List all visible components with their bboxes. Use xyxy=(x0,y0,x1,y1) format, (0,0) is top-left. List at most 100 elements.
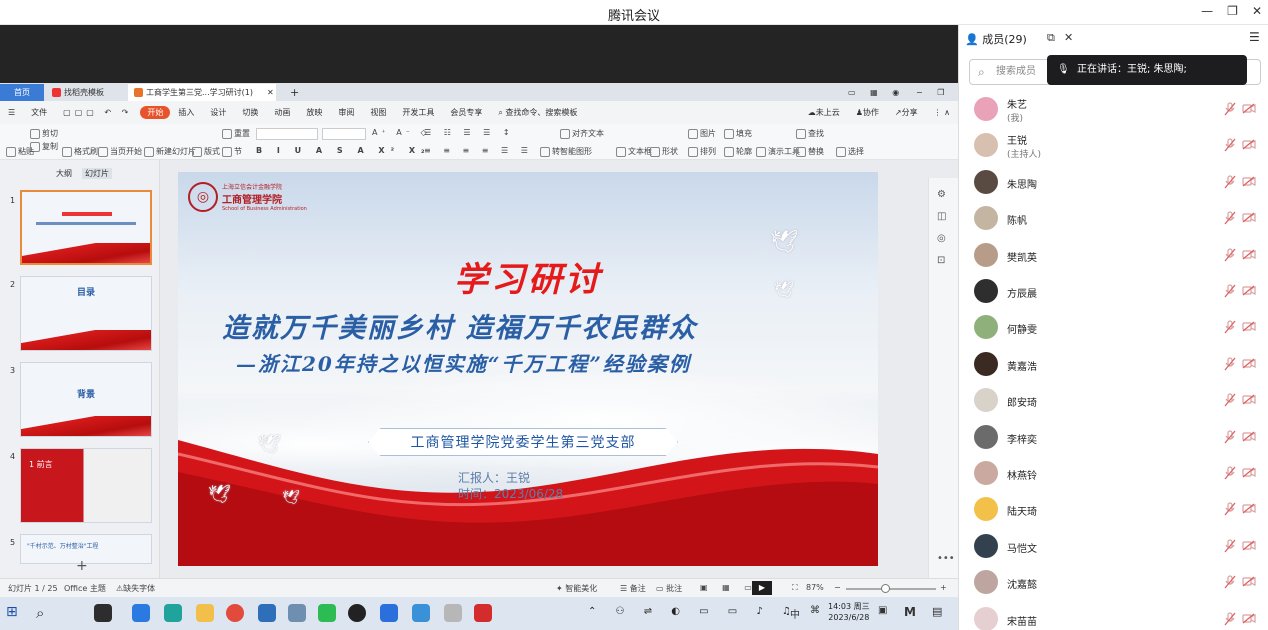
font-grow-icons[interactable]: A⁺ A⁻ ◇ xyxy=(372,128,431,137)
app-icon-1[interactable] xyxy=(94,604,112,622)
more-icon[interactable]: ⋮ ∧ xyxy=(926,108,958,117)
font-style-icons[interactable]: B I U A S A X² X₂ xyxy=(256,146,431,155)
camera-off-icon[interactable] xyxy=(1242,467,1256,478)
mic-muted-icon[interactable] xyxy=(1224,211,1236,225)
member-row[interactable]: 朱艺 (我) xyxy=(959,91,1268,127)
ribbon-tool[interactable]: 转智能图形 xyxy=(540,146,592,157)
ribbon-tool[interactable]: 对齐文本 xyxy=(560,128,604,139)
ribbon-tool[interactable]: 轮廓 xyxy=(724,146,752,157)
mail-icon[interactable] xyxy=(258,604,276,622)
search-command[interactable]: ⌕ 查找命令、搜索模板 xyxy=(490,107,585,118)
meeting-icon[interactable] xyxy=(380,604,398,622)
hamburger-icon[interactable]: ☰ xyxy=(0,108,23,117)
menu-view[interactable]: 视图 xyxy=(362,107,394,118)
slide-thumb-3[interactable]: 背景 xyxy=(20,362,152,437)
slide-thumb-1[interactable] xyxy=(20,190,152,265)
fit-icon[interactable]: ⛶ xyxy=(792,583,798,593)
close-tab-icon[interactable]: ✕ xyxy=(267,88,274,97)
input-method[interactable]: 中 xyxy=(790,606,800,621)
mic-muted-icon[interactable] xyxy=(1224,357,1236,371)
windows-start-icon[interactable]: ⊞ xyxy=(6,604,24,622)
tab-home[interactable]: 首页 xyxy=(0,84,44,101)
close-icon[interactable]: ✕ xyxy=(1252,4,1262,18)
ribbon-tool[interactable]: 节 xyxy=(222,146,242,157)
camera-off-icon[interactable] xyxy=(1242,431,1256,442)
camera-off-icon[interactable] xyxy=(1242,103,1256,114)
member-row[interactable]: 陈帆 xyxy=(959,200,1268,236)
ribbon-tool[interactable]: 版式 xyxy=(192,146,220,157)
camera-off-icon[interactable] xyxy=(1242,503,1256,514)
collab-button[interactable]: ♟协作 xyxy=(848,107,887,118)
folder-icon[interactable] xyxy=(196,604,214,622)
camera-off-icon[interactable] xyxy=(1242,613,1256,624)
mic-muted-icon[interactable] xyxy=(1224,247,1236,262)
font-name-input[interactable] xyxy=(256,128,318,140)
app-icon-2[interactable] xyxy=(288,604,306,622)
search-icon[interactable]: ⌕ xyxy=(36,604,54,622)
mic-muted-icon[interactable] xyxy=(1224,502,1236,516)
ribbon-tool[interactable]: 文本框 xyxy=(616,146,652,157)
ie-icon[interactable] xyxy=(132,604,150,622)
camera-off-icon[interactable] xyxy=(1242,394,1256,405)
list-icons[interactable]: ☰ ☷ ☰ ☰ ↕ xyxy=(424,128,515,137)
share-button[interactable]: ↗分享 xyxy=(887,107,926,118)
rail-more-icon[interactable]: ••• xyxy=(937,553,955,564)
app-tray-icon[interactable]: M xyxy=(904,605,916,619)
member-row[interactable]: 黄嘉浩 xyxy=(959,346,1268,382)
ribbon-tool[interactable]: 新建幻灯片 xyxy=(144,146,196,157)
member-row[interactable]: 王锐 (主持人) xyxy=(959,127,1268,163)
mic-muted-icon[interactable] xyxy=(1224,575,1236,589)
popout-icon[interactable]: ⧉ xyxy=(1047,31,1055,45)
zoom-out-button[interactable]: − xyxy=(834,583,841,592)
camera-off-icon[interactable] xyxy=(1242,176,1256,187)
view-mode-icons[interactable]: ▣ ▦ ▭ xyxy=(700,583,758,592)
notes-button[interactable]: ☰ 备注 xyxy=(620,583,646,594)
tab-template[interactable]: 找稻壳模板 xyxy=(46,84,126,101)
mic-muted-icon[interactable] xyxy=(1224,611,1236,626)
mic-muted-icon[interactable] xyxy=(1224,539,1236,553)
view-icons[interactable]: ▭ ▦ ◉ xyxy=(842,84,911,101)
ribbon-tool[interactable]: 图片 xyxy=(688,128,716,139)
ribbon-tool[interactable]: 当页开始 xyxy=(98,146,142,157)
notification-icon[interactable]: ▣ xyxy=(878,605,887,616)
camera-off-icon[interactable] xyxy=(1242,540,1256,551)
clock[interactable]: 14:03 周三 2023/6/28 xyxy=(828,601,870,623)
play-icon[interactable]: ▶ xyxy=(752,581,772,595)
new-tab-button[interactable]: + xyxy=(284,84,305,101)
mic-muted-icon[interactable] xyxy=(1224,429,1236,444)
menu-file[interactable]: 文件 xyxy=(23,107,55,118)
app-icon-3[interactable] xyxy=(412,604,430,622)
slide-canvas[interactable]: ◎ 上海立信会计金融学院 工商管理学院 School of Business A… xyxy=(178,172,878,566)
ribbon-tool[interactable]: 填充 xyxy=(724,128,752,139)
minimize-icon[interactable]: — xyxy=(1201,4,1213,18)
member-row[interactable]: 林燕铃 xyxy=(959,455,1268,491)
cloud-status[interactable]: ☁未上云 xyxy=(800,107,848,118)
member-row[interactable]: 郎安琦 xyxy=(959,382,1268,418)
camera-off-icon[interactable] xyxy=(1242,358,1256,369)
maximize-icon[interactable]: ❐ xyxy=(1227,4,1238,18)
mic-muted-icon[interactable] xyxy=(1224,102,1236,116)
wps-icon[interactable] xyxy=(474,604,492,622)
camera-off-icon[interactable] xyxy=(1242,212,1256,223)
menu-insert[interactable]: 插入 xyxy=(170,107,202,118)
chrome-icon[interactable] xyxy=(226,604,244,622)
beautify-button[interactable]: ✦ 智能美化 xyxy=(556,583,597,594)
member-row[interactable]: 何静雯 xyxy=(959,309,1268,345)
menu-devtools[interactable]: 开发工具 xyxy=(394,107,442,118)
ribbon-tool[interactable]: 替换 xyxy=(796,146,824,157)
panel-menu-icon[interactable]: ☰ xyxy=(1249,30,1260,44)
member-row[interactable]: 方辰晨 xyxy=(959,273,1268,309)
camera-off-icon[interactable] xyxy=(1242,249,1256,260)
wechat-icon[interactable] xyxy=(318,604,336,622)
tray-icons[interactable]: ⌃ ⚇ ⇌ ◐ ▭ ▭ ♪ ♫ xyxy=(588,606,799,617)
menu-design[interactable]: 设计 xyxy=(202,107,234,118)
mic-muted-icon[interactable] xyxy=(1224,284,1236,298)
ribbon-tool[interactable]: 格式刷 xyxy=(62,146,98,157)
member-row[interactable]: 朱思陶 xyxy=(959,164,1268,200)
zoom-knob[interactable] xyxy=(881,584,891,593)
outline-tab[interactable]: 大纲 xyxy=(56,168,72,179)
camera-off-icon[interactable] xyxy=(1242,576,1256,587)
add-slide-button[interactable]: + xyxy=(76,558,88,574)
font-size-input[interactable] xyxy=(322,128,366,140)
edge-icon[interactable] xyxy=(164,604,182,622)
